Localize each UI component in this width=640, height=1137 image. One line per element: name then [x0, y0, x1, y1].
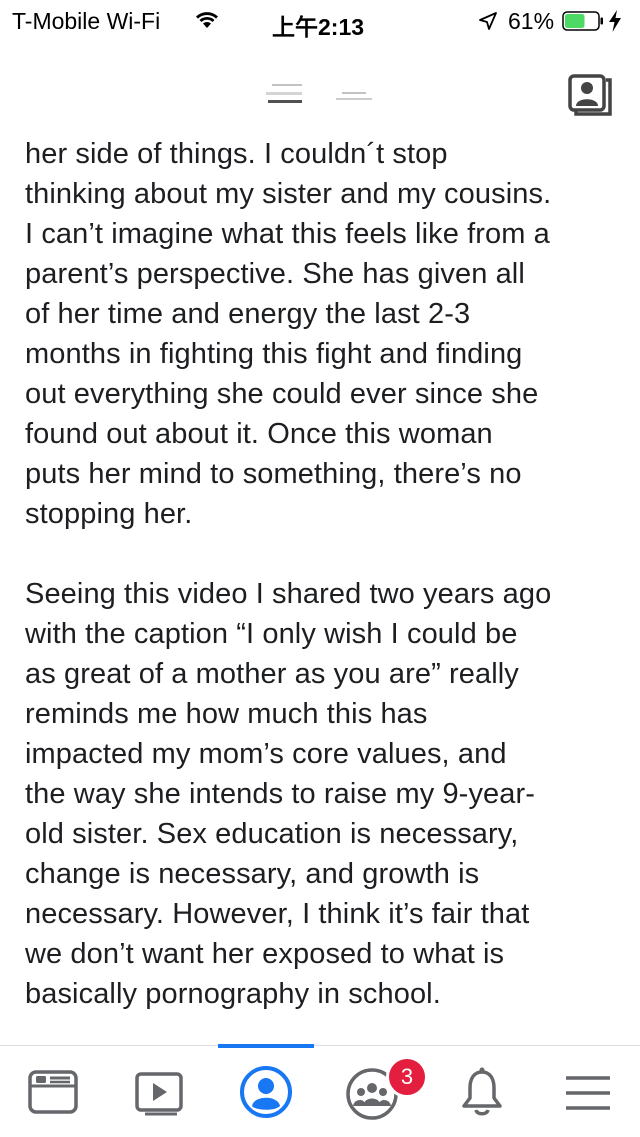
- profile-switch-icon[interactable]: [566, 70, 614, 116]
- post-paragraph-1: her side of things. I couldn´t stop thin…: [25, 138, 552, 530]
- bell-icon[interactable]: [454, 1064, 514, 1124]
- status-bar: T-Mobile Wi-Fi 上午2:13 61%: [0, 0, 640, 40]
- clock-time: 上午2:13: [272, 14, 365, 40]
- profile-icon[interactable]: [238, 1064, 298, 1124]
- nav-bar: [0, 40, 640, 140]
- post-body: her side of things. I couldn´t stop thin…: [25, 138, 625, 1014]
- redacted-page-title: [262, 80, 372, 108]
- battery-percent: 61%: [508, 8, 555, 34]
- groups-notification-badge: 3: [386, 1056, 428, 1098]
- charging-bolt-icon: [608, 10, 622, 38]
- location-arrow-icon: [478, 10, 498, 37]
- watch-video-icon[interactable]: [130, 1064, 190, 1124]
- bottom-tab-bar: 3: [0, 1044, 640, 1137]
- hamburger-menu-icon[interactable]: [560, 1064, 620, 1124]
- active-tab-indicator: [218, 1044, 314, 1048]
- battery-icon: [562, 10, 604, 31]
- post-paragraph-2: Seeing this video I shared two years ago…: [25, 578, 552, 1010]
- carrier-label: T-Mobile Wi-Fi: [12, 8, 161, 34]
- post-content: her side of things. I couldn´t stop thin…: [0, 138, 640, 1043]
- news-feed-icon[interactable]: [25, 1064, 85, 1124]
- wifi-icon: [194, 9, 220, 36]
